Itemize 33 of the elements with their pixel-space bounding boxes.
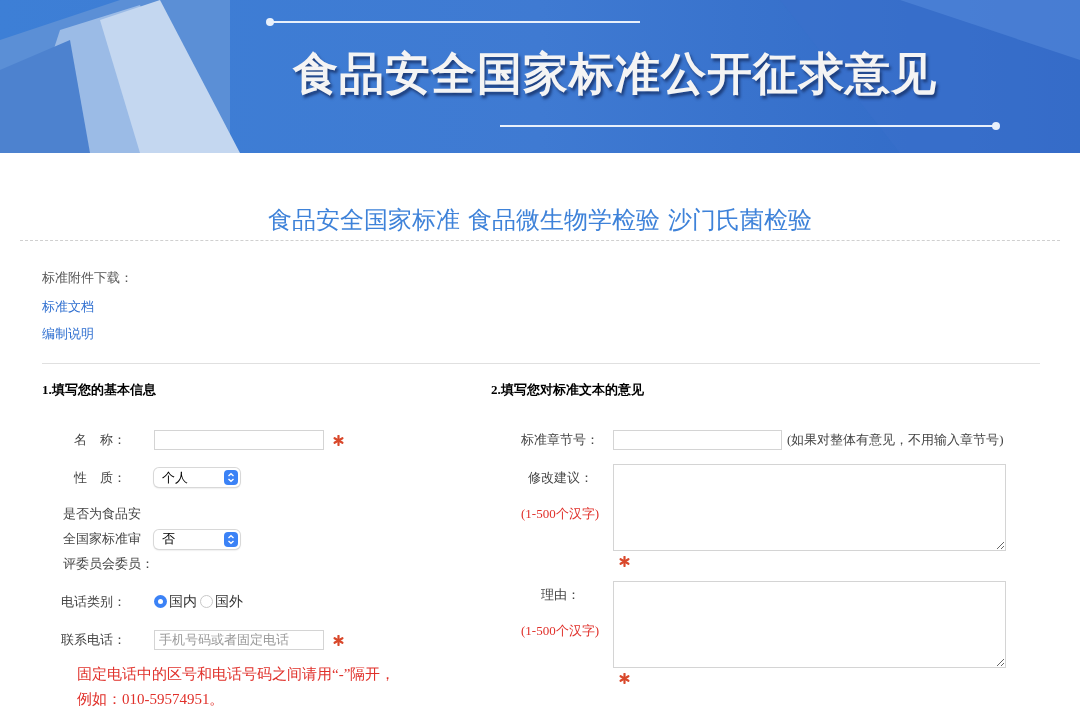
hint-text: (如果对整体有意见，不用输入章节号) bbox=[787, 431, 1004, 450]
field-label: 是否为食品安 bbox=[63, 505, 142, 523]
field-label: 电话类别： bbox=[60, 592, 126, 611]
section-heading: 1.填写您的基本信息 bbox=[42, 381, 157, 399]
download-link[interactable]: 标准文档 bbox=[42, 298, 94, 316]
select-field[interactable]: 个人 bbox=[154, 468, 240, 487]
field-label: 评委员会委员： bbox=[63, 555, 154, 573]
select-field[interactable]: 否 bbox=[154, 529, 240, 549]
phone-note: 例如：010-59574951。 bbox=[77, 690, 226, 709]
section-heading: 2.填写您对标准文本的意见 bbox=[491, 381, 645, 399]
text-area[interactable] bbox=[613, 464, 1006, 551]
download-link[interactable]: 编制说明 bbox=[42, 325, 94, 343]
length-limit: (1-500个汉字) bbox=[521, 621, 599, 640]
field-label: 修改建议： bbox=[527, 469, 593, 487]
text-field[interactable]: 手机号码或者固定电话 bbox=[154, 630, 324, 650]
chevron-icon bbox=[224, 470, 238, 485]
page-title: 食品安全国家标准 食品微生物学检验 沙门氏菌检验 bbox=[267, 205, 813, 236]
text-field[interactable] bbox=[613, 430, 782, 450]
field-label: 理由： bbox=[540, 586, 580, 604]
phone-note: 固定电话中的区号和电话号码之间请用“-”隔开， bbox=[77, 665, 397, 684]
field-label: 标准章节号： bbox=[520, 431, 600, 450]
chevron-icon bbox=[224, 531, 238, 547]
length-limit: (1-500个汉字) bbox=[521, 504, 599, 523]
text-field[interactable] bbox=[154, 430, 324, 450]
field-label: 全国家标准审 bbox=[63, 530, 142, 548]
field-label: 联系电话： bbox=[60, 631, 126, 649]
text-area[interactable] bbox=[613, 581, 1006, 668]
radio-option[interactable]: 国外 bbox=[200, 591, 243, 612]
field-label: 性 质： bbox=[73, 468, 126, 487]
attachments-label: 标准附件下载： bbox=[42, 269, 134, 287]
radio-option[interactable]: 国内 bbox=[154, 591, 197, 612]
banner-title: 食品安全国家标准公开征求意见 bbox=[293, 45, 937, 102]
field-label: 名 称： bbox=[73, 431, 126, 449]
